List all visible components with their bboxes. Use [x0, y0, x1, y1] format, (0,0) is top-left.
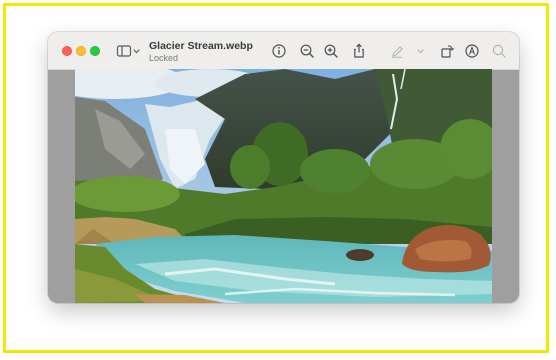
zoom-in-icon [324, 44, 338, 58]
minimize-button[interactable] [76, 46, 86, 56]
zoom-in-button[interactable] [323, 42, 339, 60]
sidebar-icon [116, 45, 132, 57]
sidebar-menu-button[interactable] [132, 42, 141, 60]
search-button[interactable] [491, 42, 507, 60]
share-icon [354, 43, 364, 58]
share-button[interactable] [351, 42, 367, 60]
markup-button[interactable] [389, 42, 405, 60]
close-button[interactable] [62, 46, 72, 56]
zoom-out-icon [300, 44, 314, 58]
preview-window: Glacier Stream.webp Locked [48, 32, 519, 303]
annotate-button[interactable] [464, 42, 480, 60]
rotate-icon [441, 45, 455, 58]
annotate-icon [465, 44, 479, 58]
window-subtitle: Locked [149, 53, 179, 63]
rotate-button[interactable] [439, 42, 455, 60]
zoom-button[interactable] [90, 46, 100, 56]
window-toolbar: Glacier Stream.webp Locked [48, 32, 519, 70]
window-title-block: Glacier Stream.webp Locked [149, 40, 253, 64]
markup-menu-button[interactable] [416, 42, 425, 60]
search-icon [492, 44, 506, 58]
chevron-down-icon [133, 49, 140, 54]
glacier-stream-image [75, 69, 492, 303]
info-icon [272, 44, 286, 58]
markup-pen-icon [392, 46, 403, 58]
sidebar-toggle-button[interactable] [116, 42, 132, 60]
zoom-out-button[interactable] [299, 42, 315, 60]
info-button[interactable] [271, 42, 287, 60]
chevron-down-icon [417, 49, 424, 54]
window-title: Glacier Stream.webp [149, 40, 253, 52]
